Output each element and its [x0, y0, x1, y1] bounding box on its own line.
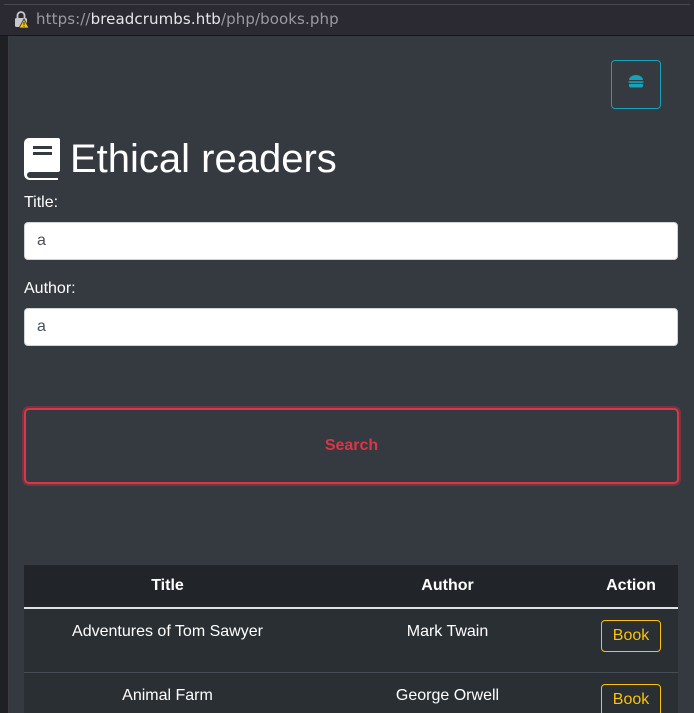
sidebar-edge [0, 36, 9, 713]
action-cell: Book [584, 671, 678, 713]
column-header-action: Action [584, 565, 678, 609]
hamburger-icon [627, 74, 645, 95]
title-input[interactable] [24, 222, 678, 260]
book-button[interactable]: Book [600, 620, 662, 652]
page-content: Ethical readers Title: Author: Search Ti… [9, 36, 694, 713]
book-icon [24, 138, 60, 180]
books-table: Title Author Action Adventures of Tom Sa… [24, 565, 678, 713]
title-label: Title: [24, 194, 59, 211]
table-row: Adventures of Tom Sawyer Mark Twain Book [24, 608, 678, 672]
browser-url-bar[interactable]: https://breadcrumbs.htb/php/books.php [0, 0, 694, 36]
author-label: Author: [24, 280, 76, 297]
url-path: /php/books.php [220, 9, 339, 28]
column-header-title: Title [24, 565, 311, 609]
navbar-toggle-button[interactable] [611, 60, 661, 109]
insecure-lock-icon[interactable] [12, 10, 30, 28]
table-row: Animal Farm George Orwell Book [24, 671, 678, 713]
search-button[interactable]: Search [24, 408, 679, 484]
url-text[interactable]: https://breadcrumbs.htb/php/books.php [36, 10, 339, 28]
page-title: Ethical readers [70, 137, 337, 181]
column-header-author: Author [311, 565, 584, 609]
author-input[interactable] [24, 308, 678, 346]
url-field[interactable]: https://breadcrumbs.htb/php/books.php [4, 4, 690, 32]
url-scheme: https:// [36, 9, 91, 28]
table-header-row: Title Author Action [24, 565, 678, 609]
book-button[interactable]: Book [600, 683, 662, 713]
book-title-cell: Adventures of Tom Sawyer [24, 608, 311, 672]
book-author-cell: George Orwell [311, 671, 584, 713]
page-heading: Ethical readers [24, 134, 337, 184]
action-cell: Book [584, 608, 678, 672]
book-author-cell: Mark Twain [311, 608, 584, 672]
book-title-cell: Animal Farm [24, 671, 311, 713]
url-host: breadcrumbs.htb [90, 9, 221, 28]
